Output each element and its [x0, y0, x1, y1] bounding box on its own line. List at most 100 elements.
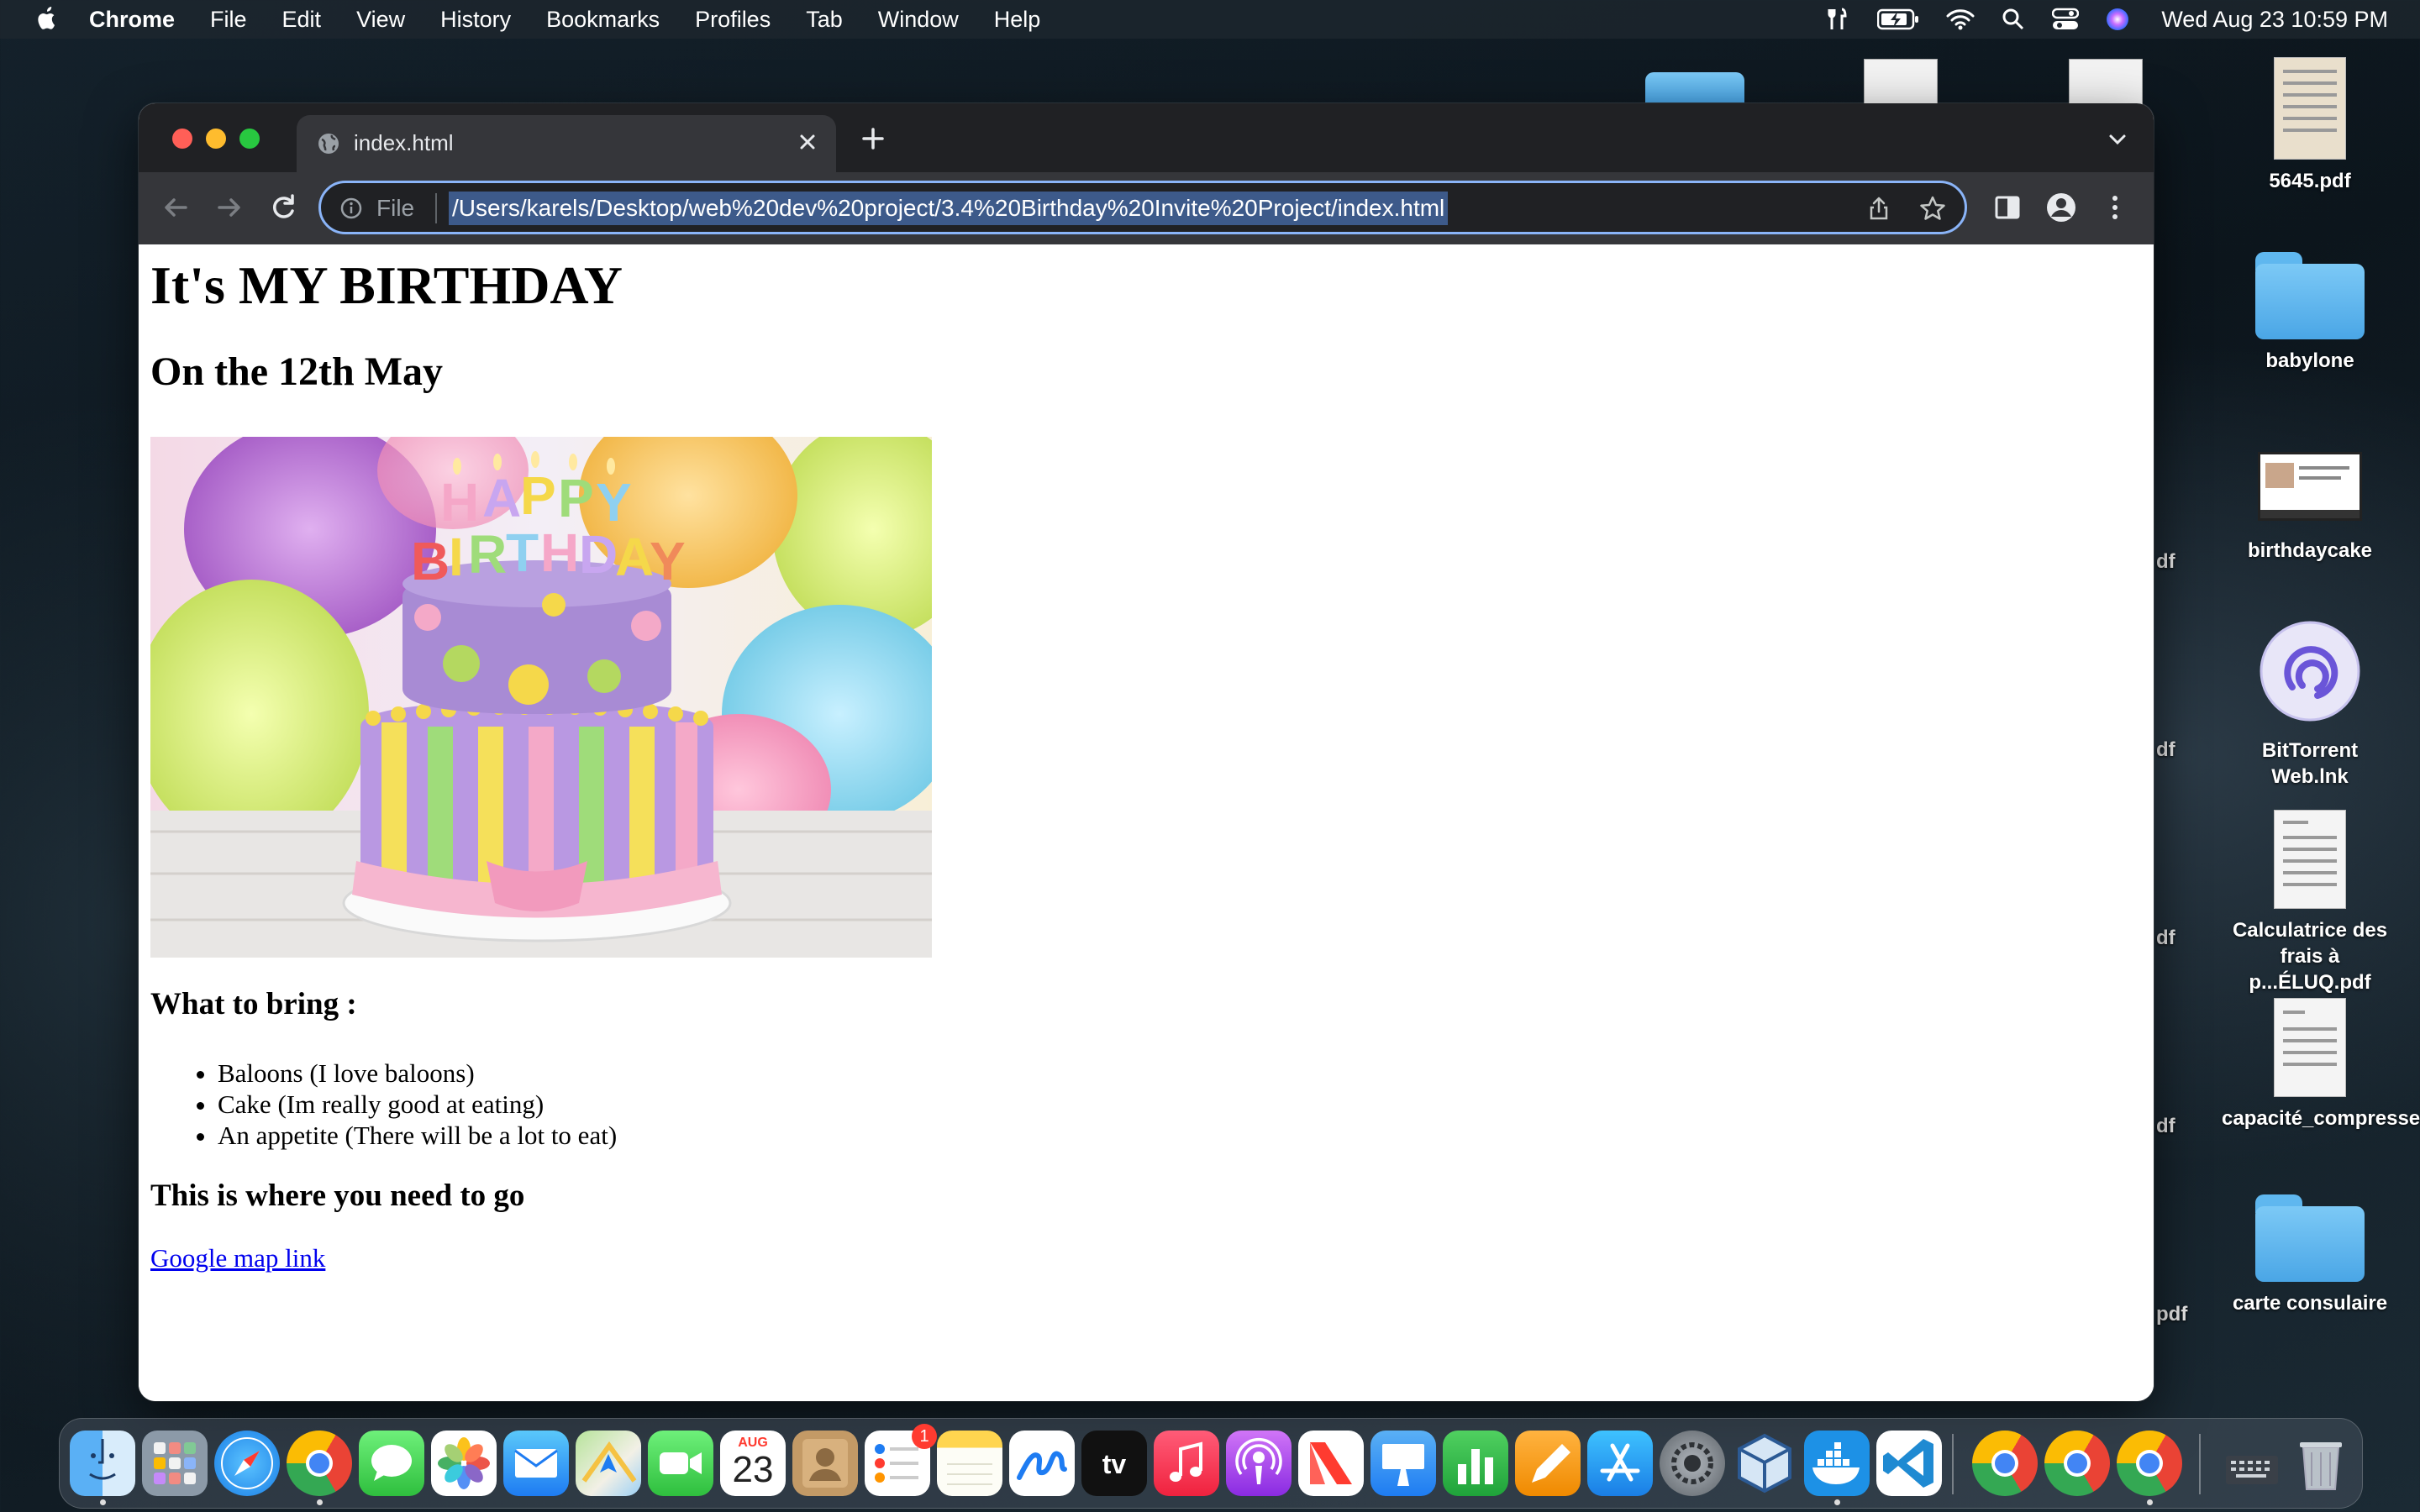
tab-search-chevron-icon[interactable] [2107, 129, 2128, 150]
dock-contacts-icon[interactable] [792, 1431, 858, 1496]
bring-list: Baloons (I love baloons) Cake (Im really… [150, 1058, 617, 1151]
menu-window[interactable]: Window [878, 7, 959, 33]
desktop-icon-carte-consulaire[interactable]: carte consulaire [2222, 1194, 2398, 1316]
tab-index-html[interactable]: index.html [297, 115, 836, 172]
dock-keynote-icon[interactable] [1370, 1431, 1436, 1496]
list-item: An appetite (There will be a lot to eat) [218, 1120, 617, 1151]
running-indicator [100, 1499, 106, 1505]
dock-trash-icon[interactable] [2288, 1431, 2354, 1496]
desktop-icon-label: Calculatrice des frais à p...ÉLUQ.pdf [2232, 919, 2388, 994]
siri-icon[interactable] [2106, 8, 2129, 31]
menu-profiles[interactable]: Profiles [695, 7, 771, 33]
svg-text:P: P [558, 468, 594, 528]
desktop-icon-bittorrent[interactable]: BitTorrent Web.lnk [2222, 620, 2398, 790]
dock-chrome-icon[interactable] [2117, 1431, 2182, 1496]
desktop-icon-5645-pdf[interactable]: 5645.pdf [2222, 57, 2398, 194]
apple-logo-icon[interactable] [32, 5, 59, 34]
share-icon[interactable] [1865, 195, 1892, 222]
desktop-icon-label: birthdaycake [2247, 539, 2373, 562]
svg-text:I: I [449, 527, 464, 587]
desktop-icon-capacite-pdf[interactable]: capacité_compressed.pdf [2222, 998, 2420, 1131]
dock-messages-icon[interactable] [359, 1431, 424, 1496]
google-map-link[interactable]: Google map link [150, 1243, 325, 1273]
bookmark-star-icon[interactable] [1919, 195, 1946, 222]
dock-news-icon[interactable] [1298, 1431, 1364, 1496]
desktop-folder-hidden[interactable] [1645, 66, 1744, 102]
menu-history[interactable]: History [440, 7, 511, 33]
new-tab-plus-icon[interactable] [860, 125, 886, 152]
dock-photos-icon[interactable] [431, 1431, 497, 1496]
dock-reminders-icon[interactable]: 1 [865, 1424, 937, 1496]
desktop-partial-label[interactable]: df [2156, 738, 2175, 762]
menu-view[interactable]: View [356, 7, 405, 33]
dock-system-settings-icon[interactable] [1660, 1431, 1725, 1496]
menu-help[interactable]: Help [994, 7, 1041, 33]
dock-docker-icon[interactable] [1804, 1431, 1870, 1496]
window-close-button[interactable] [172, 129, 192, 149]
forward-arrow-icon[interactable] [213, 191, 246, 224]
wifi-icon[interactable] [1946, 8, 1975, 30]
desktop-icon-label: babylone [2265, 349, 2354, 372]
dock-downloads-stack-icon[interactable] [2219, 1431, 2285, 1496]
menu-bar: Chrome File Edit View History Bookmarks … [0, 0, 2420, 39]
menu-tab[interactable]: Tab [806, 7, 843, 33]
folder-icon [2255, 1194, 2365, 1282]
window-zoom-button[interactable] [239, 129, 260, 149]
menu-edit[interactable]: Edit [282, 7, 322, 33]
running-indicator [2147, 1499, 2153, 1505]
menubar-clock[interactable]: Wed Aug 23 10:59 PM [2161, 7, 2388, 33]
url-text[interactable]: /Users/karels/Desktop/web%20dev%20projec… [449, 192, 1449, 225]
dock-podcasts-icon[interactable] [1226, 1431, 1292, 1496]
desktop-icon-calculatrice-pdf[interactable]: Calculatrice des frais à p...ÉLUQ.pdf [2222, 810, 2398, 995]
menu-file[interactable]: File [210, 7, 247, 33]
profile-avatar-icon[interactable] [2044, 191, 2078, 224]
dock-chrome-icon[interactable] [2044, 1431, 2110, 1496]
battery-charging-icon[interactable] [1877, 8, 1919, 30]
dock-safari-icon[interactable] [214, 1431, 280, 1496]
site-info-icon[interactable] [339, 197, 363, 220]
desktop-icon-birthdaycake[interactable]: birthdaycake [2222, 452, 2398, 564]
desktop-icon-babylone[interactable]: babylone [2222, 252, 2398, 374]
dock-virtualbox-icon[interactable] [1732, 1431, 1797, 1496]
dock-vscode-icon[interactable] [1876, 1431, 1942, 1496]
dock-music-icon[interactable] [1154, 1431, 1219, 1496]
dock-app-store-icon[interactable] [1587, 1431, 1653, 1496]
svg-text:B: B [411, 531, 450, 591]
control-center-icon[interactable] [2052, 8, 2080, 31]
back-arrow-icon[interactable] [159, 191, 192, 224]
dock-tv-icon[interactable]: tv [1081, 1431, 1147, 1496]
menu-bookmarks[interactable]: Bookmarks [546, 7, 660, 33]
birthday-cake-image: H A P P Y B I R T H D A Y [150, 437, 932, 958]
dock-mail-icon[interactable] [503, 1431, 569, 1496]
dock-pages-icon[interactable] [1515, 1431, 1581, 1496]
desktop-partial-label[interactable]: df [2156, 550, 2175, 574]
dock-numbers-icon[interactable] [1443, 1431, 1508, 1496]
dock-launchpad-icon[interactable] [142, 1431, 208, 1496]
dock-facetime-icon[interactable] [648, 1431, 713, 1496]
url-scheme-label: File [376, 195, 415, 221]
desktop-partial-label[interactable]: pdf [2156, 1303, 2187, 1326]
dock-calendar-icon[interactable]: AUG 23 [720, 1431, 786, 1496]
desktop-doc-hidden-1[interactable] [1864, 59, 1938, 105]
desktop-doc-hidden-2[interactable] [2069, 59, 2143, 105]
dock-chrome-icon[interactable] [1972, 1431, 2038, 1496]
desktop-partial-label[interactable]: df [2156, 1115, 2175, 1138]
dock-finder-icon[interactable] [70, 1431, 135, 1496]
svg-text:A: A [615, 527, 654, 587]
desktop-partial-label[interactable]: df [2156, 927, 2175, 950]
more-menu-icon[interactable] [2098, 191, 2132, 224]
dock-freeform-icon[interactable] [1009, 1431, 1075, 1496]
address-bar[interactable]: File /Users/karels/Desktop/web%20dev%20p… [318, 181, 1967, 234]
side-panel-icon[interactable] [1991, 191, 2024, 224]
svg-text:A: A [482, 468, 521, 528]
window-minimize-button[interactable] [206, 129, 226, 149]
search-icon[interactable] [2002, 8, 2025, 31]
tools-icon[interactable] [1825, 7, 1850, 32]
dock-notes-icon[interactable] [937, 1431, 1002, 1496]
dock-chrome-icon[interactable] [287, 1431, 352, 1496]
menu-chrome[interactable]: Chrome [89, 7, 175, 33]
reload-icon[interactable] [266, 191, 300, 224]
tab-close-icon[interactable] [794, 129, 821, 155]
page-date-heading: On the 12th May [150, 349, 443, 394]
dock-maps-icon[interactable] [576, 1431, 641, 1496]
